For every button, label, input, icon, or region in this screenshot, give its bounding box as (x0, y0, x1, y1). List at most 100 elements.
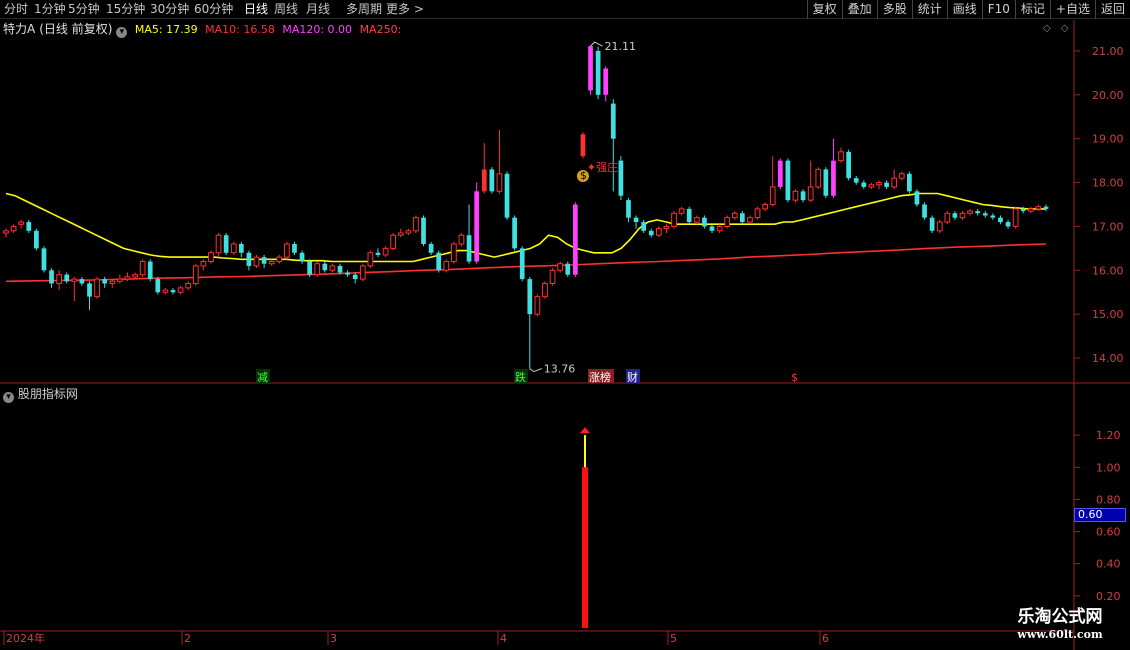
candle-body (359, 265, 366, 280)
candle (655, 226, 662, 238)
event-tag[interactable]: 财 (627, 370, 638, 384)
candle-body (421, 217, 426, 244)
candle (307, 259, 313, 277)
event-tag[interactable]: 涨榜 (589, 370, 611, 384)
candle (474, 182, 480, 264)
candle (671, 211, 677, 229)
candle (504, 171, 510, 220)
date-tick-label: 2 (184, 632, 191, 645)
candle-body (253, 256, 260, 267)
candle (777, 158, 783, 190)
indicator-tick-label: 0.40 (1096, 558, 1121, 571)
price-tick-label: 16.00 (1092, 264, 1124, 277)
candle (823, 167, 829, 198)
candle (724, 215, 731, 229)
candle-body (337, 265, 343, 273)
candle (147, 259, 153, 282)
stock-chart[interactable]: 21.1113.76$✦强庄减跌涨榜财 $ 21.0020.0019.0018.0… (0, 0, 1130, 650)
candle-body (390, 234, 397, 249)
candle-body (397, 232, 404, 236)
candle-body (261, 257, 267, 264)
candle (18, 219, 25, 229)
candle-body (268, 261, 275, 265)
candle-body (580, 134, 586, 157)
candle (314, 261, 321, 277)
indicator-value-badge: 0.60 (1074, 508, 1126, 522)
candle (588, 46, 593, 95)
candle-body (519, 248, 525, 280)
candle (838, 147, 844, 163)
candle (595, 46, 601, 100)
candle-body (1005, 222, 1011, 227)
candle (762, 202, 768, 212)
candle-body (41, 248, 47, 271)
event-tag[interactable]: 减 (257, 371, 268, 384)
event-tag[interactable]: $ (791, 371, 798, 384)
indicator-tick-label: 0.20 (1096, 590, 1121, 603)
candle-body (132, 274, 138, 278)
candle-body (693, 217, 700, 223)
candle (512, 215, 517, 251)
candle-body (907, 173, 912, 192)
candle (71, 276, 78, 302)
candle-body (284, 243, 290, 258)
candle (982, 211, 988, 218)
candle-body (702, 217, 707, 227)
candle-body (861, 182, 867, 187)
candle-body (739, 213, 745, 223)
event-tag[interactable]: 跌 (515, 370, 526, 384)
candle-body (458, 234, 465, 245)
candle-body (489, 169, 495, 192)
candle-body (481, 169, 487, 192)
candle-body (162, 289, 169, 293)
candle-body (709, 226, 715, 231)
price-tick-label: 14.00 (1092, 352, 1124, 365)
candle-body (815, 168, 822, 188)
candle (102, 276, 108, 288)
candle (367, 250, 374, 269)
candle (177, 285, 184, 295)
candle (807, 160, 814, 203)
candle (200, 259, 207, 271)
candle-body (648, 230, 654, 236)
candle-body (663, 225, 670, 230)
candle (299, 250, 305, 264)
candle-body (678, 208, 685, 214)
candle-body (238, 243, 244, 253)
candle (397, 228, 404, 238)
candle (230, 241, 237, 255)
candle-body (603, 68, 609, 95)
candle-body (192, 265, 199, 284)
candle (527, 276, 533, 369)
candle-body (79, 279, 85, 284)
candle-body (626, 200, 631, 218)
candle-body (246, 252, 252, 266)
arrow-up-icon (580, 427, 590, 434)
candle-body (451, 243, 457, 263)
candle-body (769, 186, 776, 205)
candle (709, 224, 715, 234)
candle-body (428, 243, 434, 253)
candle-body (800, 191, 806, 201)
candle (268, 259, 275, 266)
candle (117, 274, 123, 284)
candle-body (792, 190, 799, 201)
candle (276, 254, 283, 264)
candle-body (49, 270, 54, 284)
candle-body (436, 252, 442, 271)
candle (861, 180, 867, 190)
indicator-tick-label: 1.20 (1096, 429, 1121, 442)
indicator-bar-yellow (584, 435, 586, 468)
candle-body (618, 160, 624, 196)
candle (648, 228, 654, 238)
candle (284, 241, 290, 260)
candle (891, 169, 898, 190)
date-tick-label: 4 (500, 632, 507, 645)
date-tick-label: 6 (822, 632, 829, 645)
candle (800, 189, 806, 203)
candle (785, 158, 791, 203)
candle (155, 276, 161, 295)
candle (162, 287, 169, 295)
candle-body (443, 261, 450, 271)
candle-body (633, 217, 639, 223)
